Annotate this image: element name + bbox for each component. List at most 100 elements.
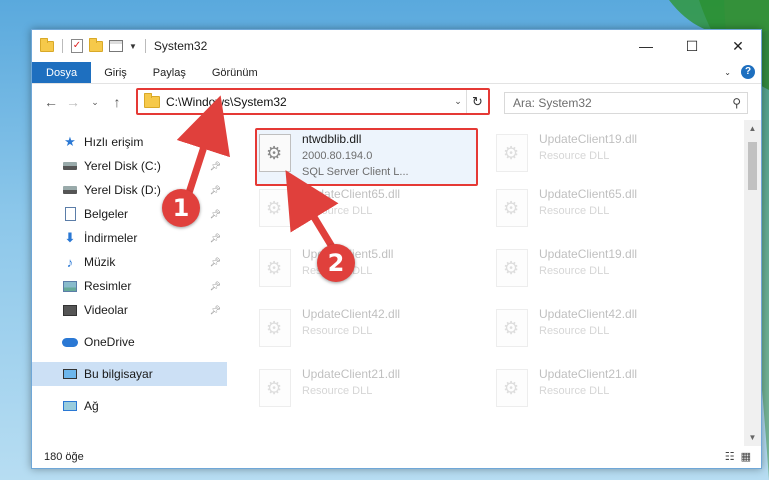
file-type: Resource DLL <box>539 325 610 337</box>
file-item[interactable]: UpdateClient65.dll Resource DLL <box>492 185 717 241</box>
sidebar-item-videos[interactable]: Videolar 📌︎ <box>32 298 227 322</box>
sidebar-item-label: İndirmeler <box>84 231 138 245</box>
file-version: 2000.80.194.0 <box>302 150 373 162</box>
tab-home[interactable]: Giriş <box>91 62 140 83</box>
documents-icon <box>62 207 78 221</box>
file-item[interactable]: UpdateClient19.dll Resource DLL <box>492 130 717 186</box>
maximize-button[interactable]: ☐ <box>669 30 715 62</box>
file-item-ntwdblib[interactable]: ntwdblib.dll 2000.80.194.0 SQL Server Cl… <box>255 130 480 186</box>
dll-file-icon <box>259 134 291 172</box>
expand-ribbon-icon[interactable]: ⌄ <box>724 68 731 77</box>
address-path[interactable]: C:\Windows\System32 <box>166 95 450 109</box>
up-button[interactable]: ↑ <box>106 94 128 110</box>
this-pc-icon <box>62 367 78 381</box>
tab-share[interactable]: Paylaş <box>140 62 199 83</box>
tab-file[interactable]: Dosya <box>32 62 92 83</box>
dll-file-icon <box>496 309 528 347</box>
search-placeholder: Ara: System32 <box>513 96 592 110</box>
address-bar[interactable]: C:\Windows\System32 ⌄ ↻ <box>136 88 490 115</box>
folder-icon <box>144 92 160 108</box>
sidebar-item-local-disk-c[interactable]: Yerel Disk (C:) 📌︎ <box>32 154 227 178</box>
forward-button[interactable]: → <box>62 94 84 110</box>
sidebar-item-label: Belgeler <box>84 207 129 221</box>
file-item[interactable]: UpdateClient65.dll Resource DLL <box>255 185 480 241</box>
pin-icon[interactable]: 📌︎ <box>210 161 221 172</box>
sidebar-item-label: Videolar <box>84 303 128 317</box>
file-description: SQL Server Client L... <box>302 166 409 178</box>
file-name: UpdateClient42.dll <box>302 307 401 321</box>
sidebar-item-label: Bu bilgisayar <box>84 367 153 381</box>
file-item[interactable]: UpdateClient5.dll Resource DLL <box>255 245 480 301</box>
pin-icon[interactable]: 📌︎ <box>210 305 221 316</box>
recent-locations-button[interactable]: ⌄ <box>84 97 106 108</box>
search-icon[interactable]: ⚲ <box>732 96 741 110</box>
pin-icon[interactable]: 📌︎ <box>210 281 221 292</box>
sidebar-item-network[interactable]: Ağ <box>32 394 227 418</box>
ribbon-controls: ⌄ ? <box>724 65 755 79</box>
search-input[interactable]: Ara: System32 ⚲ <box>504 92 748 114</box>
dll-file-icon <box>496 369 528 407</box>
file-name: UpdateClient65.dll <box>539 187 638 201</box>
window-title: System32 <box>153 39 208 53</box>
back-button[interactable]: ← <box>40 94 62 110</box>
scrollbar-thumb[interactable] <box>748 142 757 190</box>
step-marker-1: 1 <box>162 189 200 227</box>
navigation-pane: ★ Hızlı erişim Yerel Disk (C:) 📌︎ Yerel … <box>32 120 227 446</box>
file-type: Resource DLL <box>302 205 373 217</box>
scroll-up-icon[interactable]: ▲ <box>744 120 761 137</box>
file-item[interactable]: UpdateClient42.dll Resource DLL <box>492 305 717 361</box>
sidebar-item-onedrive[interactable]: OneDrive <box>32 330 227 354</box>
file-item[interactable]: UpdateClient21.dll Resource DLL <box>255 365 480 421</box>
download-icon: ⬇ <box>64 230 76 245</box>
sidebar-item-this-pc[interactable]: Bu bilgisayar <box>32 362 227 386</box>
sidebar-item-quick-access[interactable]: ★ Hızlı erişim <box>32 130 227 154</box>
ribbon-tabs: Dosya Giriş Paylaş Görünüm ⌄ ? <box>32 62 761 84</box>
tab-view[interactable]: Görünüm <box>199 62 271 83</box>
customize-icon[interactable] <box>109 40 123 52</box>
sidebar-item-label: Resimler <box>84 279 132 293</box>
pin-icon[interactable]: 📌︎ <box>210 233 221 244</box>
sidebar-item-label: Hızlı erişim <box>84 135 144 149</box>
new-folder-icon[interactable] <box>89 37 103 52</box>
dll-file-icon <box>259 309 291 347</box>
sidebar-item-music[interactable]: ♪ Müzik 📌︎ <box>32 250 227 274</box>
drive-icon <box>62 183 78 197</box>
dll-file-icon <box>259 249 291 287</box>
pin-icon[interactable]: 📌︎ <box>210 185 221 196</box>
pin-icon[interactable]: 📌︎ <box>210 209 221 220</box>
sidebar-item-downloads[interactable]: ⬇ İndirmeler 📌︎ <box>32 226 227 250</box>
close-button[interactable]: ✕ <box>715 30 761 62</box>
videos-icon <box>62 303 78 317</box>
explorer-body: ★ Hızlı erişim Yerel Disk (C:) 📌︎ Yerel … <box>32 120 761 446</box>
file-type: Resource DLL <box>302 385 373 397</box>
sidebar-item-pictures[interactable]: Resimler 📌︎ <box>32 274 227 298</box>
refresh-button[interactable]: ↻ <box>466 90 488 113</box>
status-bar: 180 öğe ☷ ▦ <box>32 446 761 468</box>
file-item[interactable]: UpdateClient42.dll Resource DLL <box>255 305 480 361</box>
explorer-window: ✓ ▼ System32 — ☐ ✕ Dosya Giriş Paylaş Gö… <box>31 29 762 469</box>
file-item[interactable]: UpdateClient21.dll Resource DLL <box>492 365 717 421</box>
title-bar: ✓ ▼ System32 — ☐ ✕ <box>32 30 761 62</box>
minimize-button[interactable]: — <box>623 30 669 62</box>
sidebar-item-label: Yerel Disk (D:) <box>84 183 161 197</box>
vertical-scrollbar[interactable]: ▲ ▼ <box>744 120 761 446</box>
sidebar-item-label: Müzik <box>84 255 116 269</box>
help-icon[interactable]: ? <box>741 65 755 79</box>
view-toggles: ☷ ▦ <box>725 450 751 463</box>
chevron-down-icon[interactable]: ▼ <box>129 42 137 51</box>
details-view-icon[interactable]: ☷ <box>725 450 735 463</box>
tiles-view-icon[interactable]: ▦ <box>741 450 751 463</box>
dll-file-icon <box>259 189 291 227</box>
properties-check-icon[interactable]: ✓ <box>71 39 83 53</box>
file-type: Resource DLL <box>539 265 610 277</box>
dll-file-icon <box>496 189 528 227</box>
sidebar-item-label: Ağ <box>84 399 99 413</box>
file-item[interactable]: UpdateClient19.dll Resource DLL <box>492 245 717 301</box>
dll-file-icon <box>496 249 528 287</box>
network-icon <box>62 399 78 413</box>
chevron-down-icon[interactable]: ⌄ <box>450 96 466 107</box>
scroll-down-icon[interactable]: ▼ <box>744 429 761 446</box>
pin-icon[interactable]: 📌︎ <box>210 257 221 268</box>
step-marker-2: 2 <box>317 244 355 282</box>
file-name: UpdateClient19.dll <box>539 247 638 261</box>
